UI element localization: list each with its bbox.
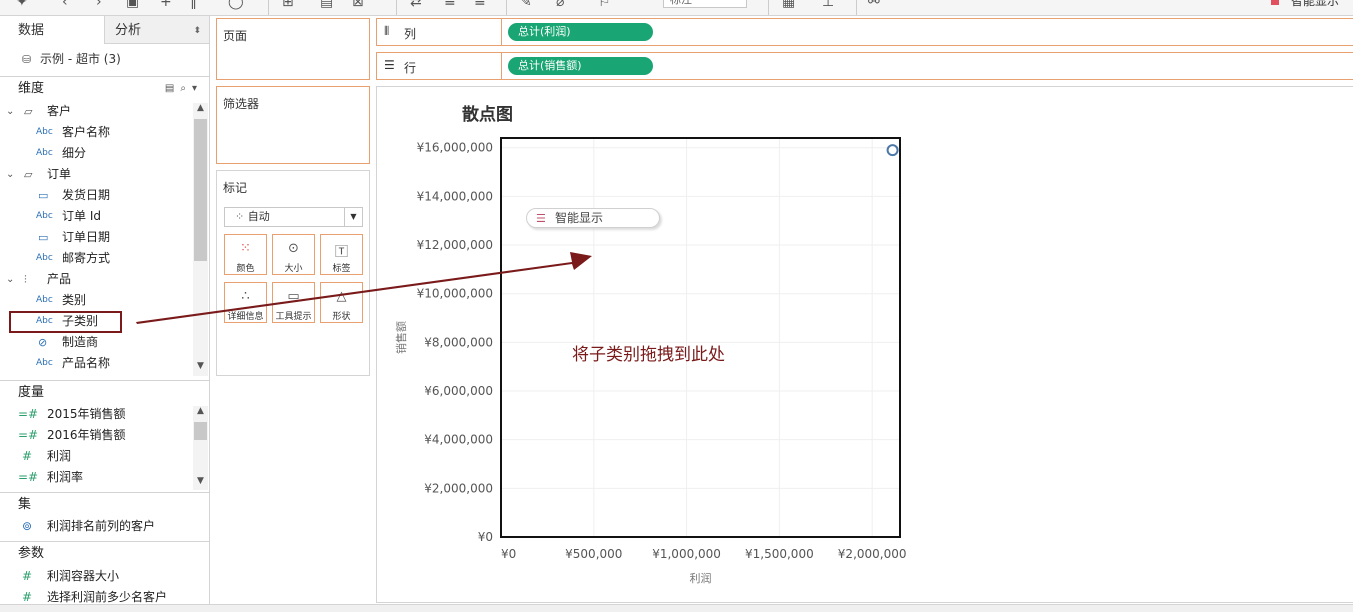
y-tick-label: ¥12,000,000 — [417, 238, 493, 252]
x-tick-label: ¥1,000,000 — [652, 547, 721, 561]
x-tick-label: ¥0 — [501, 547, 516, 561]
x-tick-label: ¥500,000 — [565, 547, 622, 561]
y-tick-label: ¥0 — [478, 530, 493, 544]
y-tick-label: ¥10,000,000 — [417, 287, 493, 301]
y-tick-label: ¥6,000,000 — [424, 384, 493, 398]
scatter-plot: ¥0 ¥2,000,000 ¥4,000,000 ¥6,000,000 ¥8,000,0… — [394, 137, 907, 585]
tableau-workspace: ✦ ‹ › ▣ + ∥ ◯ ⊞ ▤ ⊠ ⇄ ≡ ≡ ✎ ⌀ ⚐ 标注 ▦ ⊥ ⚯… — [0, 0, 1353, 612]
plot-frame — [500, 137, 901, 538]
y-tick-label: ¥14,000,000 — [417, 189, 493, 203]
y-tick-label: ¥2,000,000 — [424, 481, 493, 495]
x-tick-label: ¥2,000,000 — [838, 547, 907, 561]
show-me-chip[interactable]: ☰ 智能显示 — [526, 208, 660, 228]
y-tick-label: ¥8,000,000 — [424, 335, 493, 349]
x-tick-label: ¥1,500,000 — [745, 547, 814, 561]
y-axis-label: 销售额 — [394, 321, 408, 354]
y-tick-label: ¥4,000,000 — [424, 433, 493, 447]
y-tick-label: ¥16,000,000 — [417, 141, 493, 155]
sheet-tab-bar — [0, 604, 1353, 612]
data-point — [886, 144, 899, 157]
show-me-icon: ☰ — [536, 212, 546, 225]
drag-annotation: 将子类别拖拽到此处 — [572, 345, 725, 365]
x-axis-label: 利润 — [690, 571, 712, 585]
